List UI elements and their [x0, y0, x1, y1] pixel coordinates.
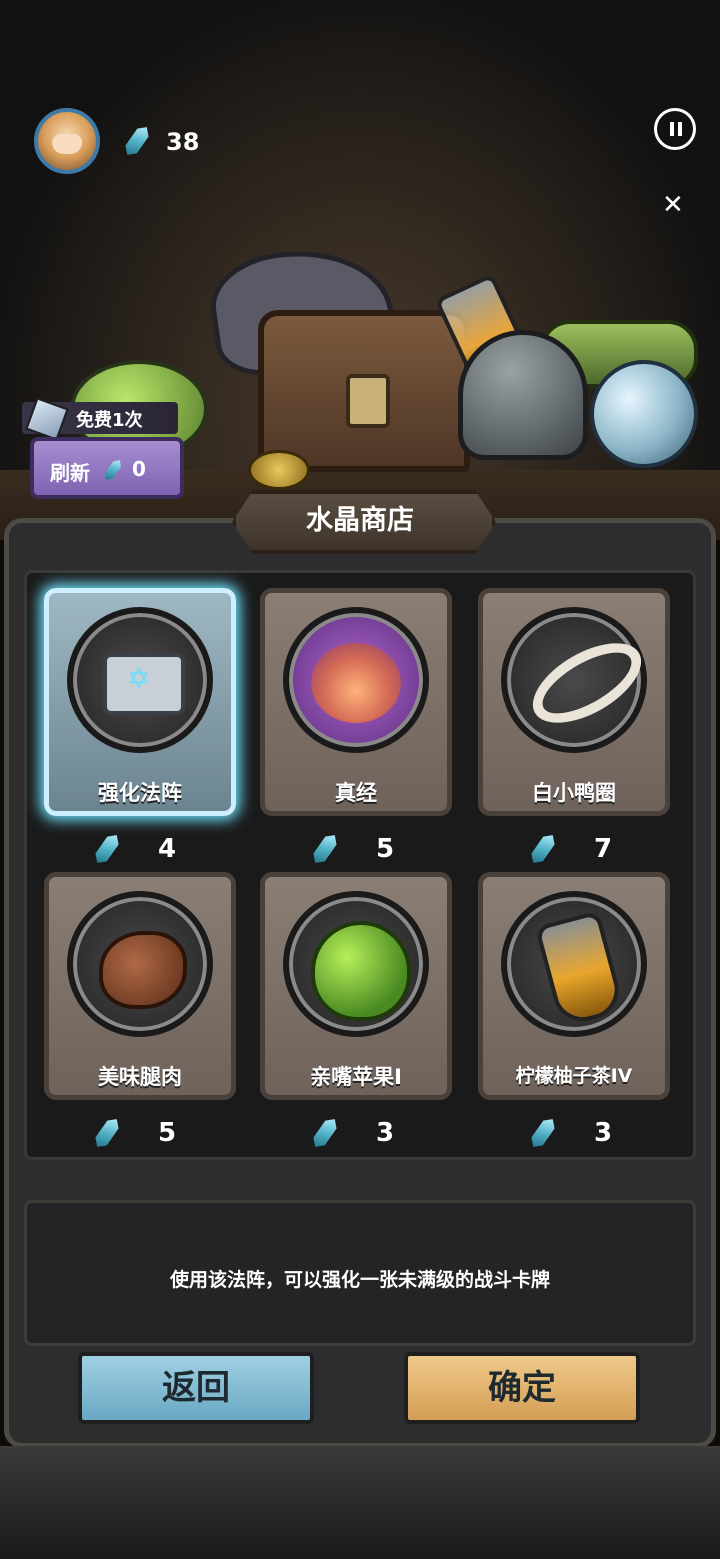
- shop-item-card[interactable]: 柠檬柚子茶IV: [478, 872, 670, 1100]
- confirm-button[interactable]: 确定: [404, 1352, 640, 1424]
- close-button[interactable]: ✕: [662, 190, 684, 220]
- item-icon-frame: [67, 607, 213, 753]
- refresh-label: 刷新: [50, 461, 90, 485]
- rune-circle-icon: [103, 653, 185, 715]
- crystal-icon: [102, 457, 124, 482]
- crystal-count: 38: [166, 128, 200, 156]
- refresh-cost: 0: [132, 457, 146, 481]
- price-value: 4: [158, 834, 177, 864]
- ring-icon: [520, 627, 654, 739]
- item-icon-frame: [501, 607, 654, 753]
- avatar-face: [52, 134, 82, 154]
- item-name: 真经: [335, 781, 377, 805]
- coins-art: [248, 450, 310, 490]
- item-icon-frame: [501, 891, 647, 1037]
- item-name: 强化法阵: [98, 781, 182, 805]
- item-name: 白小鸭圈: [532, 781, 616, 805]
- shop-title: 水晶商店: [306, 505, 414, 536]
- price-value: 5: [376, 834, 395, 864]
- price-value: 5: [158, 1118, 177, 1148]
- shop-item-card[interactable]: 强化法阵: [44, 588, 236, 816]
- back-button[interactable]: 返回: [78, 1352, 314, 1424]
- treasure-chest-art: [258, 310, 470, 472]
- item-name: 柠檬柚子茶IV: [515, 1065, 633, 1087]
- player-avatar[interactable]: [34, 108, 100, 174]
- item-description-box: 使用该法阵，可以强化一张未满级的战斗卡牌: [24, 1200, 696, 1346]
- item-icon-frame: [283, 891, 429, 1037]
- lotus-icon: [311, 643, 401, 723]
- meat-icon: [99, 931, 187, 1009]
- free-refresh-label: 免费1次: [76, 410, 143, 431]
- item-name: 美味腿肉: [98, 1065, 182, 1089]
- pause-button[interactable]: [654, 108, 696, 150]
- item-icon-frame: [283, 607, 429, 753]
- apple-icon: [311, 921, 411, 1021]
- shop-item-card[interactable]: 白小鸭圈: [478, 588, 670, 816]
- crystal-orb-art: [590, 360, 698, 468]
- item-description: 使用该法阵，可以强化一张未满级的战斗卡牌: [169, 1269, 550, 1291]
- shop-item-card[interactable]: 亲嘴苹果I: [260, 872, 452, 1100]
- price-value: 7: [594, 834, 613, 864]
- confirm-label: 确定: [488, 1368, 556, 1408]
- item-name: 亲嘴苹果I: [310, 1065, 402, 1089]
- shop-item-card[interactable]: 美味腿肉: [44, 872, 236, 1100]
- refresh-button[interactable]: 刷新 0: [30, 437, 184, 499]
- bottom-background: [0, 1446, 720, 1559]
- tea-bottle-icon: [534, 910, 626, 1028]
- lock-icon: [346, 374, 390, 428]
- price-value: 3: [376, 1118, 395, 1148]
- shop-item-card[interactable]: 真经: [260, 588, 452, 816]
- price-value: 3: [594, 1118, 613, 1148]
- back-label: 返回: [162, 1368, 230, 1408]
- helmet-art: [458, 330, 588, 460]
- item-icon-frame: [67, 891, 213, 1037]
